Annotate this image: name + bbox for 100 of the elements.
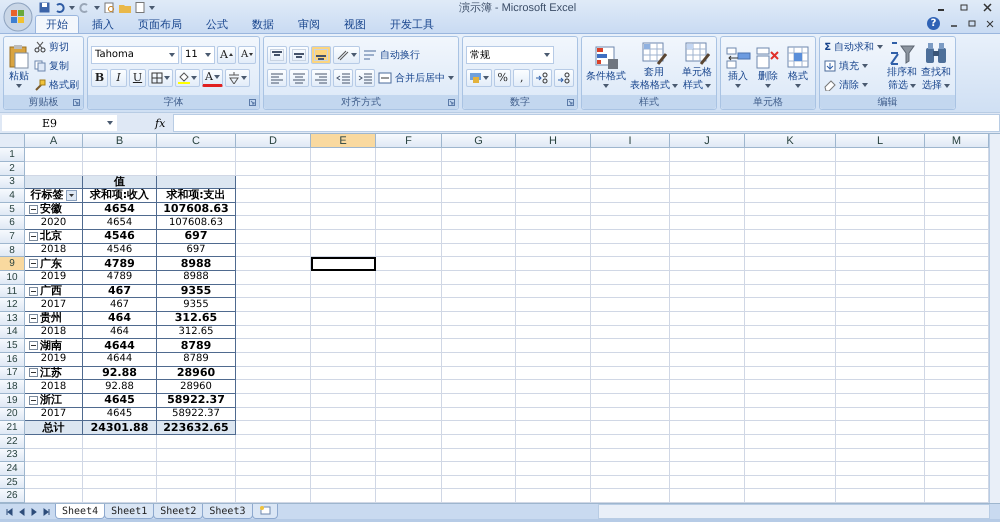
grid-cell[interactable] (591, 339, 670, 353)
grid-cell[interactable] (745, 394, 836, 408)
grid-cell[interactable] (311, 380, 376, 394)
grid-cell[interactable] (925, 366, 989, 380)
grid-cell[interactable] (311, 148, 376, 162)
sheet-tab[interactable]: Sheet1 (104, 504, 154, 520)
ribbon-tab[interactable]: 公式 (195, 15, 239, 33)
grid-cell[interactable] (516, 394, 591, 408)
grid-cell[interactable] (745, 434, 836, 449)
column-header[interactable]: E (311, 134, 376, 148)
grid-cell[interactable] (311, 298, 376, 312)
grid-cell[interactable] (591, 202, 670, 216)
grid-cell[interactable] (376, 339, 442, 353)
grid-cell[interactable] (745, 339, 836, 353)
grid-cell[interactable] (591, 271, 670, 285)
column-header[interactable]: C (157, 134, 236, 148)
ribbon-tab[interactable]: 数据 (241, 15, 285, 33)
grid-cell[interactable] (516, 244, 591, 258)
column-header[interactable]: D (236, 134, 311, 148)
grid-cell[interactable] (745, 326, 836, 340)
grid-cell[interactable] (442, 434, 516, 449)
grid-cell[interactable] (670, 339, 745, 353)
grid-cell[interactable] (25, 489, 83, 504)
grid-cell[interactable] (925, 216, 989, 230)
grid-cell[interactable] (591, 230, 670, 244)
grid-cell[interactable] (670, 312, 745, 326)
row-header[interactable]: 12 (0, 298, 25, 312)
grid-cell[interactable] (670, 434, 745, 449)
grid-cell[interactable] (516, 271, 591, 285)
grid-cell[interactable] (25, 434, 83, 449)
comma-button[interactable]: , (513, 68, 530, 87)
grid-cell[interactable] (670, 257, 745, 272)
grid-cell[interactable] (442, 216, 516, 230)
help-button[interactable]: ? (927, 17, 940, 30)
grid-cell[interactable] (591, 162, 670, 176)
grid-cell[interactable] (311, 394, 376, 408)
grid-cell[interactable] (925, 244, 989, 258)
grid-cell[interactable] (745, 462, 836, 476)
grid-cell[interactable] (442, 271, 516, 285)
grid-cell[interactable] (745, 257, 836, 272)
grid-cell[interactable] (745, 380, 836, 394)
row-header[interactable]: 18 (0, 380, 25, 394)
grid-cell[interactable] (925, 476, 989, 490)
grid-cell[interactable] (83, 489, 157, 504)
grid-cell[interactable] (376, 352, 442, 367)
grid-cell[interactable] (925, 380, 989, 394)
grid-cell[interactable] (516, 176, 591, 190)
row-header[interactable]: 13 (0, 312, 25, 326)
grid-cell[interactable] (925, 284, 989, 298)
grid-cell[interactable] (516, 312, 591, 326)
column-header[interactable]: K (745, 134, 836, 148)
grid-cell[interactable] (516, 189, 591, 203)
ribbon-tab[interactable]: 开始 (35, 15, 79, 33)
decrease-decimal-button[interactable] (554, 68, 574, 87)
grid-cell[interactable] (376, 434, 442, 449)
grid-cell[interactable] (25, 162, 83, 176)
grid-cell[interactable] (591, 352, 670, 367)
grid-cell[interactable] (745, 448, 836, 462)
name-box[interactable]: E9 (2, 115, 117, 132)
cells-button[interactable]: 格式 (784, 43, 812, 90)
vertical-align-button[interactable] (267, 46, 288, 64)
row-header[interactable]: 16 (0, 352, 25, 367)
grid-cell[interactable] (745, 216, 836, 230)
sheet-tab[interactable]: Sheet3 (202, 504, 252, 520)
selected-cell[interactable] (311, 257, 376, 272)
grid-cell[interactable] (836, 394, 925, 408)
grid-cell[interactable] (516, 216, 591, 230)
grid-cell[interactable] (925, 176, 989, 190)
bold-button[interactable]: B (91, 68, 108, 87)
grid-cell[interactable] (442, 230, 516, 244)
grid-cell[interactable] (376, 189, 442, 203)
grid-cell[interactable] (745, 230, 836, 244)
grid-cell[interactable] (376, 271, 442, 285)
grid-cell[interactable] (311, 216, 376, 230)
grid-cell[interactable] (376, 448, 442, 462)
horizontal-scrollbar[interactable] (598, 504, 990, 520)
grid-cell[interactable] (157, 148, 236, 162)
grid-cell[interactable] (236, 380, 311, 394)
grid-cell[interactable] (745, 176, 836, 190)
grid-cell[interactable] (591, 408, 670, 422)
grid-cell[interactable] (591, 394, 670, 408)
row-header[interactable]: 7 (0, 230, 25, 244)
grid-cell[interactable] (442, 339, 516, 353)
editing-button[interactable]: 排序和 筛选 (886, 39, 918, 94)
grid-cell[interactable] (836, 271, 925, 285)
grid-cell[interactable] (311, 462, 376, 476)
grid-cell[interactable] (442, 408, 516, 422)
grid-cell[interactable] (591, 298, 670, 312)
grid-cell[interactable] (442, 257, 516, 272)
grid-cell[interactable] (236, 326, 311, 340)
grid-cell[interactable] (591, 366, 670, 380)
grid-cell[interactable] (83, 434, 157, 449)
grid-cell[interactable] (670, 230, 745, 244)
grid-cell[interactable] (442, 489, 516, 504)
row-header[interactable]: 24 (0, 462, 25, 476)
grid-cell[interactable] (442, 421, 516, 435)
grid-cell[interactable] (836, 421, 925, 435)
row-header[interactable]: 19 (0, 394, 25, 408)
grid-cell[interactable] (25, 148, 83, 162)
row-header[interactable]: 25 (0, 476, 25, 490)
